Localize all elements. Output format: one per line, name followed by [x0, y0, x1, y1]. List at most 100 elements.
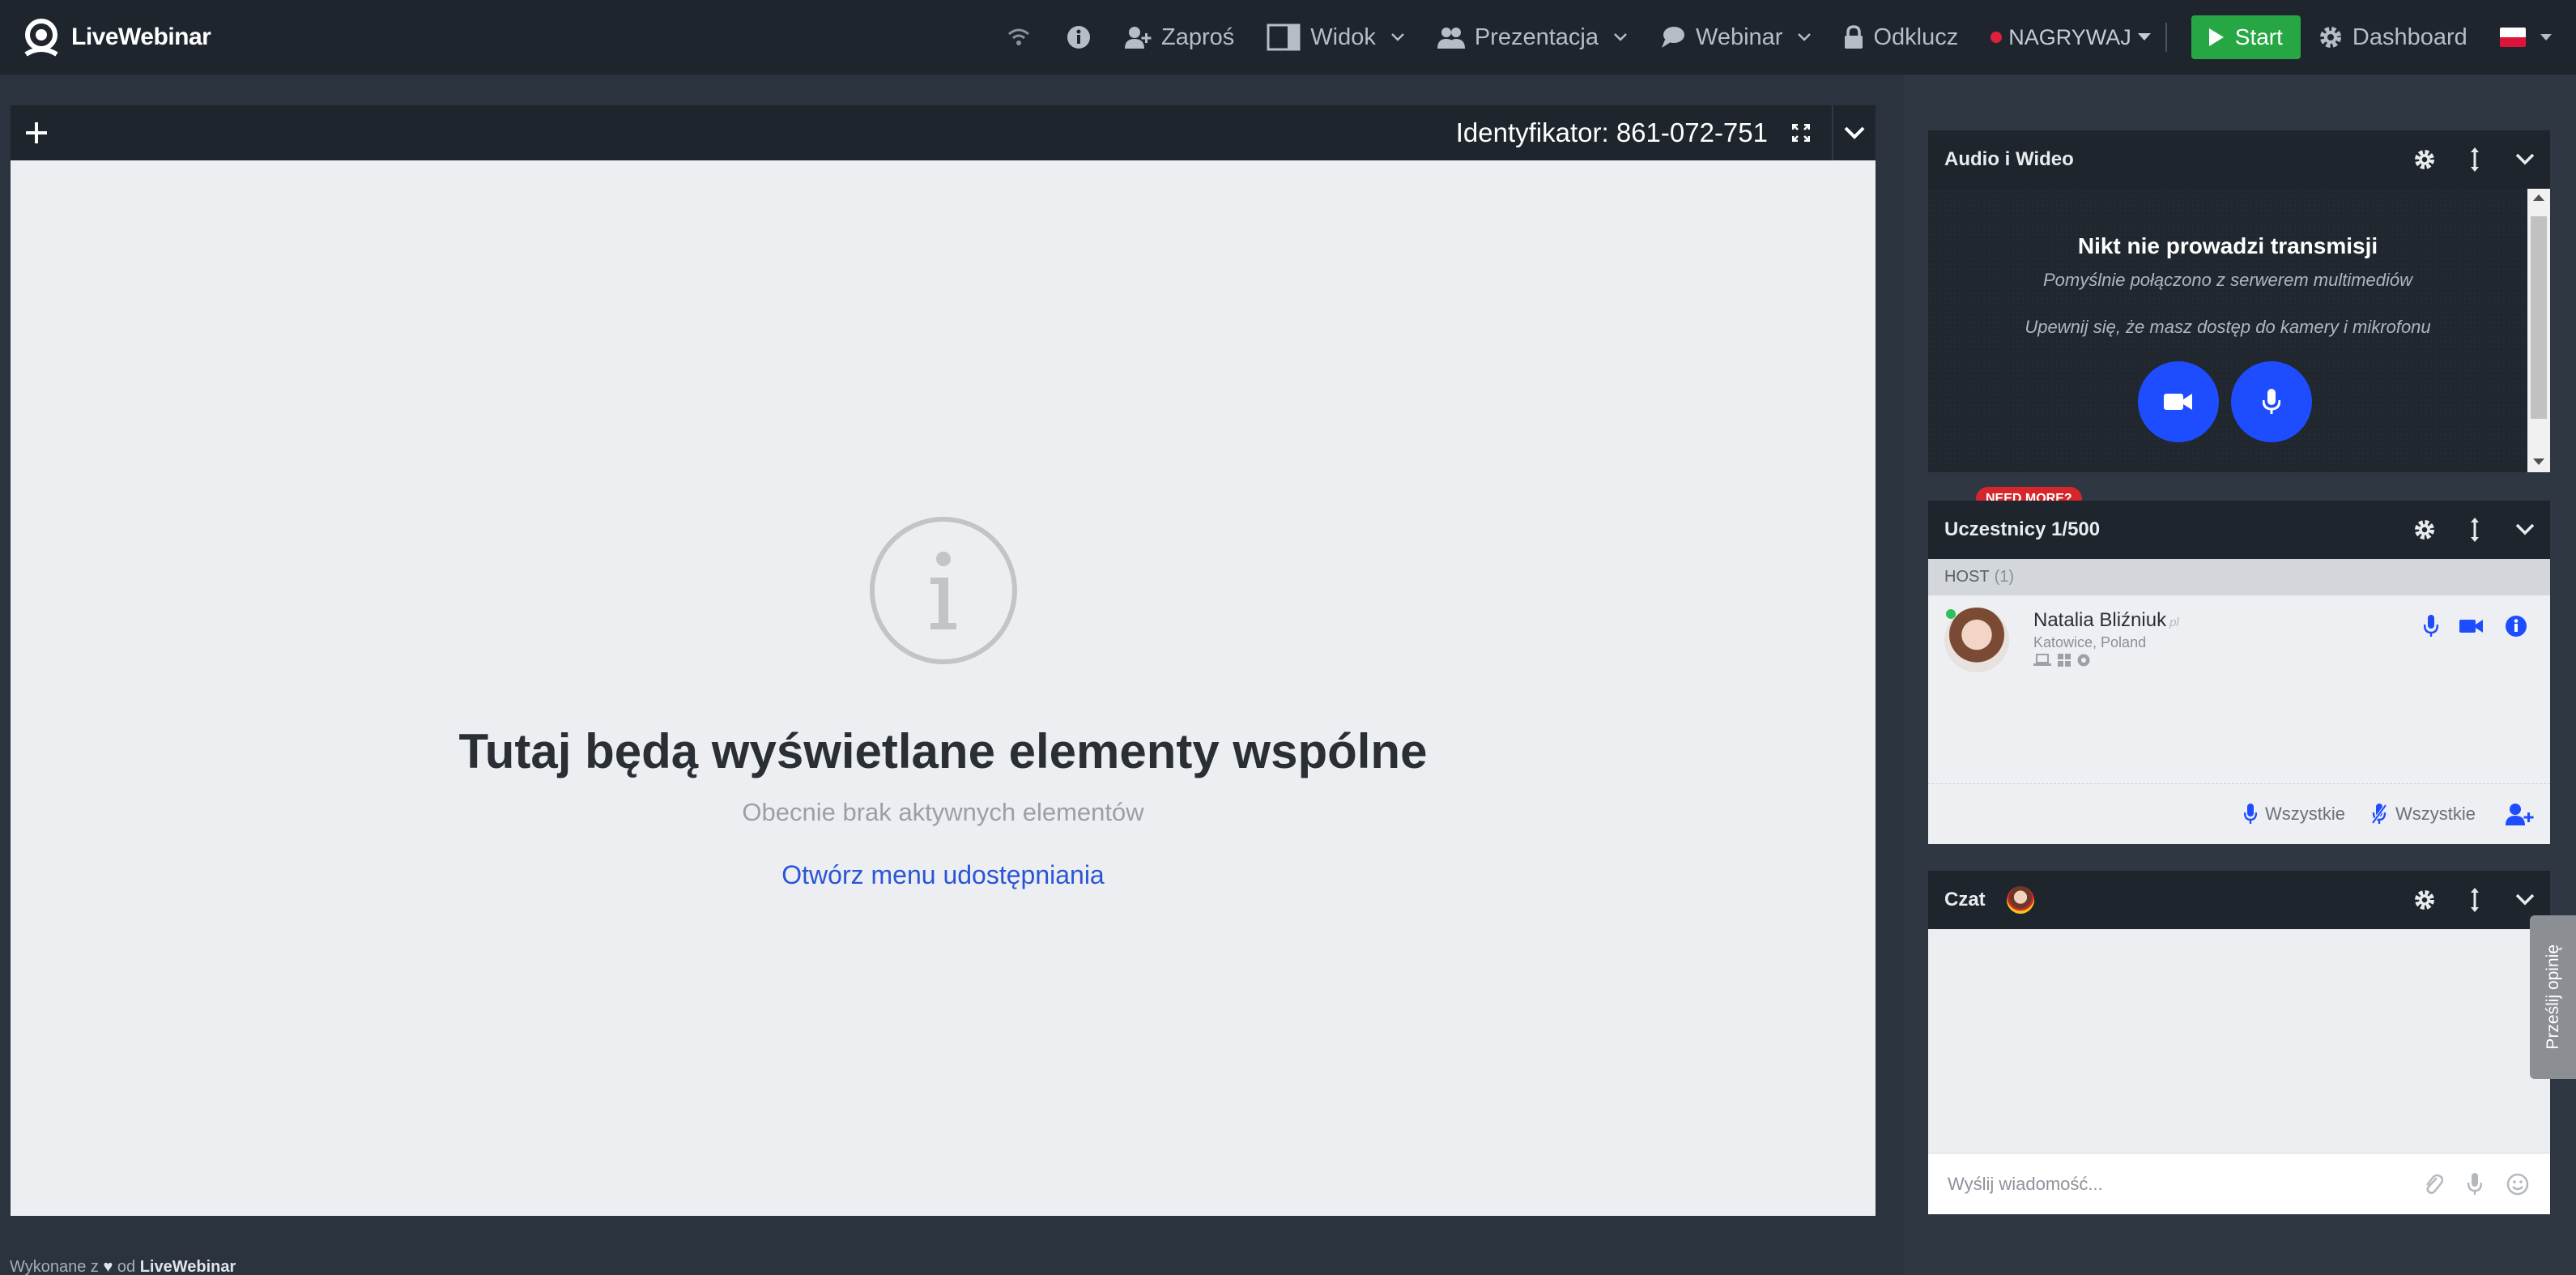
nav-divider [2165, 23, 2167, 52]
chat-collapse-button[interactable] [2500, 893, 2550, 906]
microphone-icon [2263, 389, 2280, 414]
chat-settings-button[interactable] [2399, 889, 2450, 911]
attachment-icon[interactable] [2424, 1173, 2443, 1196]
unlock-button[interactable]: Odklucz [1844, 0, 1958, 75]
av-connected-text: Pomyślnie połączono z serwerem multimedi… [2042, 270, 2413, 290]
dashboard-label: Dashboard [2352, 23, 2467, 50]
microphone-icon [2244, 804, 2257, 824]
chat-panel-header: Czat [1928, 871, 2550, 929]
stage-toolbar: Identyfikator: 861-072-751 [11, 105, 1876, 160]
av-scrollbar[interactable] [2527, 189, 2550, 472]
video-camera-icon [2164, 394, 2192, 410]
info-icon[interactable] [1053, 0, 1105, 75]
mute-all-button[interactable]: Wszystkie [2371, 804, 2476, 825]
logo-text: LiveWebinar [71, 23, 211, 50]
chevron-down-icon [1844, 126, 1865, 139]
info-icon[interactable] [2505, 615, 2527, 638]
scroll-up-icon [2533, 194, 2544, 201]
av-collapse-button[interactable] [2500, 153, 2550, 166]
emoji-icon[interactable] [2506, 1173, 2529, 1196]
laptop-icon [2033, 654, 2051, 666]
microphone-icon[interactable] [2467, 1172, 2482, 1196]
audio-video-body: Nikt nie prowadzi transmisji Pomyślnie p… [1928, 189, 2550, 472]
gear-icon [2415, 890, 2434, 910]
chat-input-bar: Wyślij wiadomość... [1928, 1153, 2550, 1214]
collapse-stage-button[interactable] [1832, 105, 1876, 160]
chrome-icon [2077, 654, 2090, 667]
participants-settings-button[interactable] [2399, 518, 2450, 541]
view-menu[interactable]: Widok [1267, 0, 1405, 75]
chat-messages [1928, 929, 2550, 1153]
host-group-header[interactable]: HOST (1) [1928, 559, 2550, 595]
footer-brand-link[interactable]: LiveWebinar [140, 1258, 236, 1275]
caret-down-icon [2540, 33, 2552, 41]
language-selector[interactable] [2499, 0, 2552, 75]
invite-button[interactable]: Zaproś [1124, 0, 1234, 75]
empty-state-title: Tutaj będą wyświetlane elementy wspólne [458, 724, 1428, 778]
camera-button[interactable] [2138, 361, 2219, 442]
chat-participant-avatar[interactable] [2006, 886, 2034, 914]
fullscreen-button[interactable] [1777, 105, 1825, 160]
dashboard-button[interactable]: Dashboard [2318, 0, 2467, 75]
scrollbar-thumb[interactable] [2531, 216, 2547, 419]
av-settings-button[interactable] [2399, 148, 2450, 171]
scroll-down-icon [2533, 458, 2544, 465]
drag-vertical-icon [2471, 518, 2479, 542]
livewebinar-logo-icon [24, 19, 58, 57]
microphone-button[interactable] [2231, 361, 2312, 442]
microphone-icon[interactable] [2424, 615, 2438, 638]
chat-drag-handle[interactable] [2450, 888, 2500, 912]
record-menu[interactable]: NAGRYWAJ [1991, 0, 2151, 75]
chevron-down-icon [2515, 153, 2535, 165]
top-navbar: LiveWebinar Zaproś Widok Prezentacja Web… [0, 0, 2576, 75]
caret-down-icon [2137, 33, 2151, 41]
empty-state: Tutaj będą wyświetlane elementy wspólne … [11, 160, 1876, 1216]
mute-all-label: Wszystkie [2395, 804, 2476, 824]
participant-devices [2033, 654, 2090, 667]
connection-icon[interactable] [996, 0, 1041, 75]
av-no-broadcast-heading: Nikt nie prowadzi transmisji [2077, 233, 2378, 258]
invite-participant-button[interactable] [2505, 803, 2534, 825]
invite-label: Zaproś [1161, 23, 1235, 50]
users-icon [1437, 28, 1465, 49]
host-count: (1) [1994, 568, 2015, 586]
record-label: NAGRYWAJ [2008, 24, 2131, 49]
unmute-all-button[interactable]: Wszystkie [2244, 804, 2345, 825]
play-icon [2208, 28, 2224, 46]
presentation-menu[interactable]: Prezentacja [1437, 0, 1628, 75]
plus-icon [26, 122, 47, 143]
participants-body: HOST (1) Natalia Bliźniuk pl Katowice, Po… [1928, 559, 2550, 844]
chat-bubbles-icon [1662, 27, 1684, 48]
add-element-button[interactable] [11, 105, 62, 160]
shared-stage: Tutaj będą wyświetlane elementy wspólne … [11, 160, 1876, 1216]
video-camera-icon[interactable] [2459, 618, 2484, 634]
add-user-icon [1125, 27, 1152, 49]
chevron-down-icon [1390, 33, 1404, 41]
participant-actions [2424, 615, 2527, 638]
chat-message-input[interactable]: Wyślij wiadomość... [1948, 1174, 2424, 1195]
online-status-icon [1946, 609, 1956, 619]
presentation-label: Prezentacja [1474, 23, 1599, 50]
empty-state-subtitle: Obecnie brak aktywnych elementów [742, 798, 1144, 826]
av-permission-text: Upewnij się, że masz dostęp do kamery i … [2025, 317, 2431, 337]
webinar-menu[interactable]: Webinar [1660, 0, 1812, 75]
feedback-label: Prześlij opinię [2543, 945, 2562, 1050]
participant-location: Katowice, Poland [2033, 634, 2147, 650]
audio-video-title: Audio i Wideo [1944, 148, 2074, 170]
record-dot-icon [1991, 32, 2003, 43]
start-button[interactable]: Start [2191, 15, 2301, 59]
unlock-label: Odklucz [1873, 23, 1959, 50]
chevron-down-icon [2515, 893, 2535, 906]
logo[interactable]: LiveWebinar [19, 15, 211, 59]
participants-drag-handle[interactable] [2450, 518, 2500, 542]
polish-flag-icon [2499, 28, 2526, 47]
fullscreen-icon [1792, 124, 1810, 142]
feedback-tab[interactable]: Prześlij opinię [2530, 915, 2576, 1079]
participant-row[interactable]: Natalia Bliźniuk pl Katowice, Poland [1928, 595, 2550, 693]
open-share-menu-link[interactable]: Otwórz menu udostępniania [11, 860, 1876, 890]
participants-collapse-button[interactable] [2500, 523, 2550, 536]
drag-vertical-icon [2471, 147, 2479, 172]
av-drag-handle[interactable] [2450, 147, 2500, 172]
microphone-off-icon [2371, 804, 2387, 825]
footer-by-text: od [117, 1258, 136, 1275]
